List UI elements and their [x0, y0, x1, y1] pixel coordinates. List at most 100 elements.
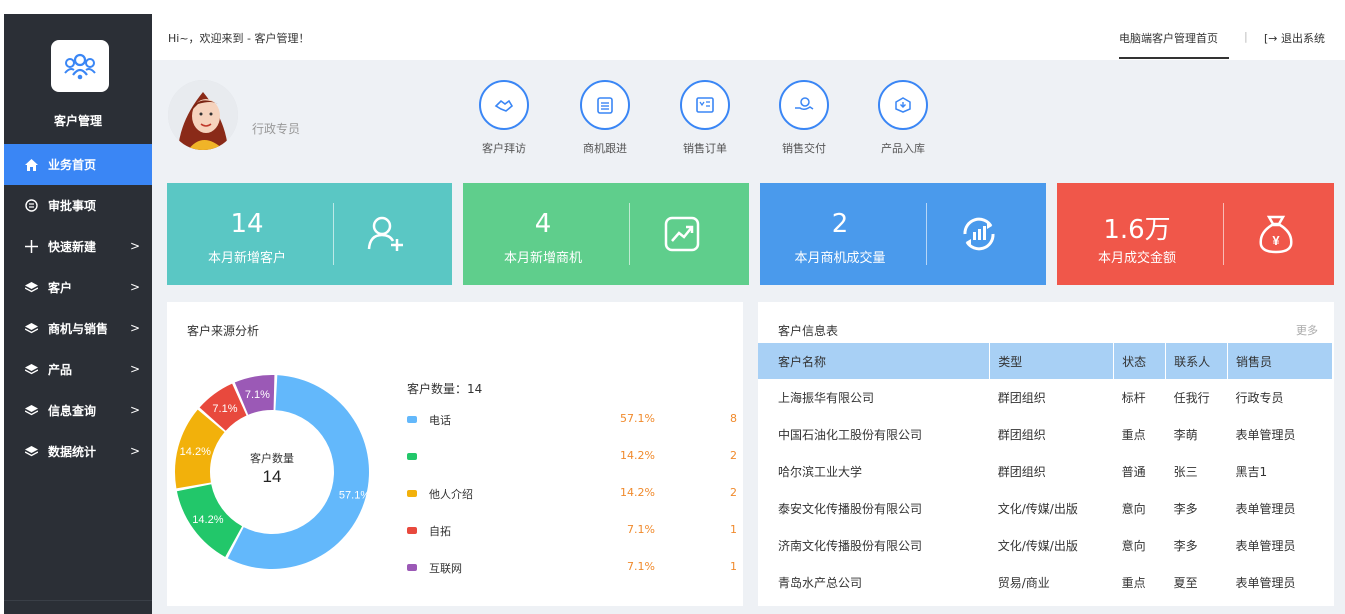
- sidebar-item-label: 商机与销售: [48, 322, 109, 336]
- stat-value: 14: [230, 209, 264, 239]
- plus-icon: [24, 240, 38, 254]
- cell-customer-name: 哈尔滨工业大学: [778, 465, 863, 479]
- logout-icon: [→: [1264, 32, 1278, 45]
- main-content: Hi~，欢迎来到 - 客户管理！ 电脑端客户管理首页 | [→ 退出系统 行政专…: [152, 14, 1345, 614]
- more-link[interactable]: 更多: [1296, 322, 1318, 338]
- legend-name: 电话: [429, 414, 451, 427]
- donut-slice-label: 14.2%: [192, 514, 223, 526]
- legend-item[interactable]: 自拓 7.1% 1: [407, 523, 737, 543]
- money-bag-icon: ¥: [1253, 211, 1299, 257]
- cell-type: 群团组织: [997, 428, 1046, 442]
- sidebar-item-query[interactable]: 信息查询 >: [4, 390, 152, 431]
- legend-item[interactable]: 14.2% 2: [407, 449, 737, 469]
- cell-customer-name: 青岛水产总公司: [778, 576, 863, 590]
- quick-action-followup[interactable]: 商机跟进: [570, 74, 640, 156]
- home-icon: [24, 158, 38, 172]
- column-header[interactable]: 联系人: [1165, 343, 1229, 379]
- chevron-right-icon: >: [129, 362, 140, 376]
- layers-icon: [24, 445, 38, 459]
- customer-info-panel: 客户信息表 更多 客户名称 类型 状态 联系人 销售员 上海振华有限公司 群团组…: [758, 302, 1334, 606]
- handshake-icon: [479, 80, 529, 130]
- legend-name: 自拓: [429, 525, 451, 538]
- cell-status: 重点: [1121, 428, 1146, 442]
- legend-name: 他人介绍: [429, 488, 473, 501]
- stat-card-new-customers[interactable]: 14 本月新增客户: [167, 183, 452, 285]
- cell-type: 文化/传媒/出版: [997, 539, 1078, 553]
- table-row[interactable]: 青岛水产总公司 贸易/商业 重点 夏至 表单管理员: [758, 564, 1333, 601]
- quick-action-delivery[interactable]: 销售交付: [769, 74, 839, 156]
- column-header[interactable]: 类型: [989, 343, 1115, 379]
- chevron-right-icon: >: [129, 444, 140, 458]
- sidebar: 客户管理 业务首页 审批事项 快速新建 > 客户 > 商机与销售 > 产品 > …: [4, 14, 152, 614]
- table-row[interactable]: 上海振华有限公司 群团组织 标杆 任我行 行政专员: [758, 379, 1333, 416]
- donut-slice-label: 7.1%: [245, 389, 270, 401]
- legend-swatch: [407, 453, 417, 460]
- layers-icon: [24, 281, 38, 295]
- stat-divider: [333, 203, 334, 265]
- table-row[interactable]: 泰安文化传播股份有限公司 文化/传媒/出版 意向 李多 表单管理员: [758, 490, 1333, 527]
- stat-label: 本月新增客户: [207, 251, 286, 266]
- donut-chart: 57.1% 14.2% 14.2% 7.1% 7.1% 客户数量 14: [175, 375, 370, 569]
- quick-action-visit[interactable]: 客户拜访: [469, 74, 539, 156]
- customer-table: 客户名称 类型 状态 联系人 销售员 上海振华有限公司 群团组织 标杆 任我行 …: [758, 343, 1333, 601]
- sidebar-item-sales[interactable]: 商机与销售 >: [4, 308, 152, 349]
- cell-status: 标杆: [1121, 391, 1146, 405]
- list-circle-icon: [24, 199, 38, 213]
- legend-item[interactable]: 电话 57.1% 8: [407, 412, 737, 432]
- sidebar-item-product[interactable]: 产品 >: [4, 349, 152, 390]
- quick-action-stock-in[interactable]: 产品入库: [868, 74, 938, 156]
- home-link-underline: [1119, 57, 1229, 59]
- logout-button[interactable]: [→ 退出系统: [1264, 30, 1325, 46]
- quick-action-label: 商机跟进: [583, 142, 627, 155]
- quick-action-label: 客户拜访: [482, 142, 526, 155]
- cell-contact: 李萌: [1173, 428, 1198, 442]
- cell-status: 意向: [1121, 539, 1146, 553]
- invoice-icon: [680, 80, 730, 130]
- stat-card-deals[interactable]: 2 本月商机成交量: [760, 183, 1046, 285]
- table-row[interactable]: 哈尔滨工业大学 群团组织 普通 张三 黑吉1: [758, 453, 1333, 490]
- chevron-right-icon: >: [129, 280, 140, 294]
- stat-card-amount[interactable]: 1.6万 本月成交金额 ¥: [1057, 183, 1334, 285]
- sidebar-item-home[interactable]: 业务首页: [4, 144, 152, 185]
- legend-title: 客户数量：14: [407, 382, 483, 396]
- legend-percent: 7.1%: [627, 523, 655, 536]
- stat-value: 2: [831, 209, 849, 239]
- table-row[interactable]: 中国石油化工股份有限公司 群团组织 重点 李萌 表单管理员: [758, 416, 1333, 453]
- column-header[interactable]: 客户名称: [758, 343, 991, 379]
- legend-swatch: [407, 527, 417, 534]
- avatar[interactable]: [168, 80, 238, 150]
- sidebar-item-label: 快速新建: [48, 240, 97, 254]
- cell-salesperson: 表单管理员: [1235, 502, 1296, 516]
- trend-chart-icon: [659, 211, 705, 257]
- quick-action-order[interactable]: 销售订单: [670, 74, 740, 156]
- cell-type: 贸易/商业: [997, 576, 1050, 590]
- legend-percent: 7.1%: [627, 560, 655, 573]
- chevron-right-icon: >: [129, 321, 140, 335]
- donut-slice-label: 7.1%: [212, 403, 237, 415]
- column-header[interactable]: 销售员: [1227, 343, 1333, 379]
- sidebar-nav: 业务首页 审批事项 快速新建 > 客户 > 商机与销售 > 产品 > 信息查询 …: [4, 144, 152, 472]
- stat-card-new-opportunities[interactable]: 4 本月新增商机: [463, 183, 749, 285]
- sidebar-item-label: 信息查询: [48, 404, 97, 418]
- sidebar-item-quick-create[interactable]: 快速新建 >: [4, 226, 152, 267]
- add-user-icon: [363, 211, 409, 257]
- legend-item[interactable]: 互联网 7.1% 1: [407, 560, 737, 580]
- sidebar-item-customer[interactable]: 客户 >: [4, 267, 152, 308]
- sidebar-item-approval[interactable]: 审批事项: [4, 185, 152, 226]
- legend-count: 1: [730, 523, 737, 536]
- panel-title: 客户信息表: [778, 324, 839, 338]
- home-link[interactable]: 电脑端客户管理首页: [1119, 30, 1218, 46]
- cell-contact: 夏至: [1173, 576, 1198, 590]
- clipboard-icon: [580, 80, 630, 130]
- sidebar-item-statistics[interactable]: 数据统计 >: [4, 431, 152, 472]
- legend-name: 互联网: [429, 562, 462, 575]
- stat-value: 4: [534, 209, 552, 239]
- chevron-right-icon: >: [129, 239, 140, 253]
- legend-item[interactable]: 他人介绍 14.2% 2: [407, 486, 737, 506]
- legend-percent: 57.1%: [620, 412, 655, 425]
- legend-swatch: [407, 564, 417, 571]
- table-row[interactable]: 济南文化传播股份有限公司 文化/传媒/出版 意向 李多 表单管理员: [758, 527, 1333, 564]
- cell-customer-name: 济南文化传播股份有限公司: [778, 539, 923, 553]
- column-header[interactable]: 状态: [1113, 343, 1167, 379]
- stat-label: 本月成交金额: [1097, 251, 1176, 266]
